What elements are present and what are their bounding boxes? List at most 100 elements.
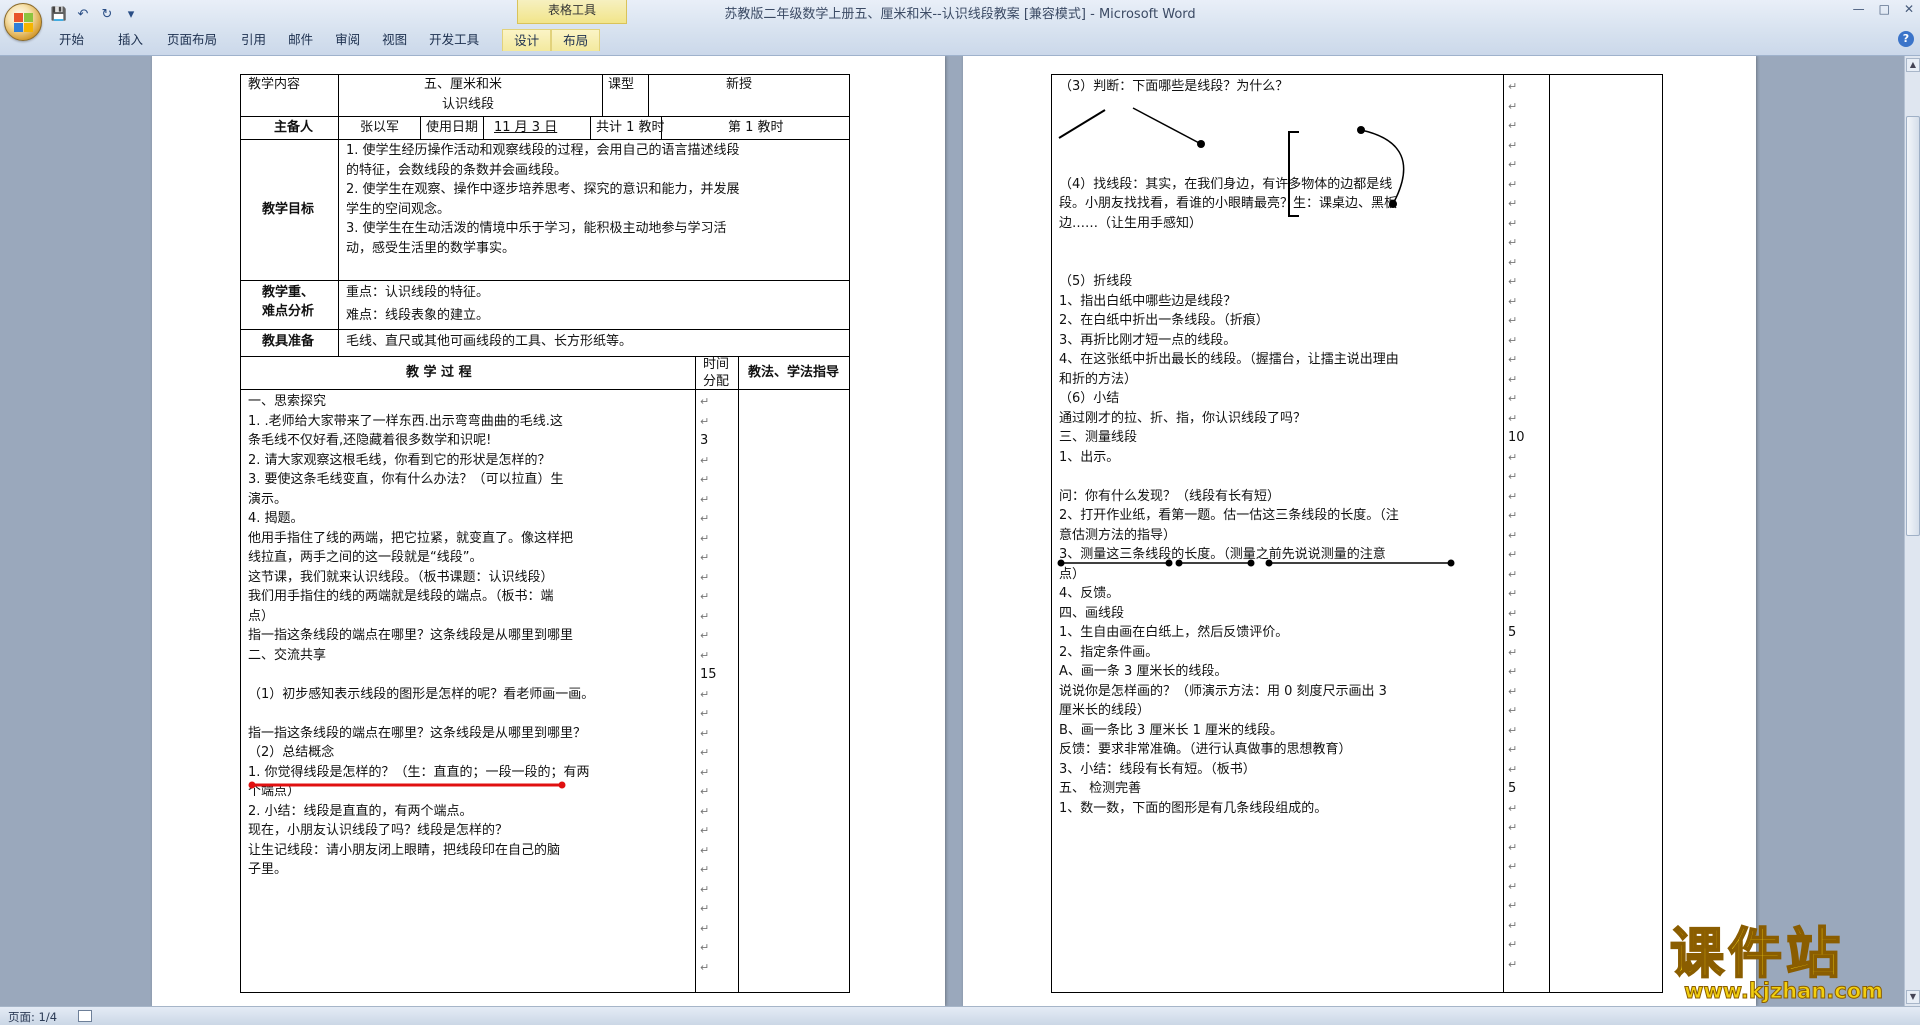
body-line: 1、指出白纸中哪些边是线段？ [1059, 293, 1237, 309]
body-line: A、画一条 3 厘米长的线段。 [1059, 664, 1228, 679]
paragraph-mark: ↵ [1508, 158, 1518, 171]
body-line: 4、在这张纸中折出最长的线段。（握擂台，让擂主说出理由 [1059, 352, 1399, 367]
goal-line: 学生的空间观念。 [346, 201, 451, 217]
body-line: 3. 要使这条毛线变直，你有什么办法？（可以拉直）生 [248, 472, 564, 487]
body-line: 4. 揭题。 [248, 511, 304, 526]
page-1[interactable]: 教学内容 五、厘米和米 认识线段 课型 新授 主备人 张以军 使用日期 11 月… [152, 56, 945, 1006]
time-mark: 5 [1508, 781, 1517, 796]
page-2[interactable]: （3）判断：下面哪些是线段？为什么？ （4）找线段：其实，在我们身边，有许多物体的… [963, 56, 1756, 1006]
body-line: 1. .老师给大家带来了一样东西.出示弯弯曲曲的毛线.这 [248, 413, 563, 429]
time-label-1: 时间 [703, 357, 730, 372]
scroll-up-button[interactable]: ▲ [1906, 58, 1920, 72]
paragraph-mark: ↵ [1508, 821, 1518, 834]
paragraph-mark: ↵ [1508, 704, 1518, 717]
paragraph-mark: ↵ [1508, 294, 1518, 308]
paragraph-mark: ↵ [700, 395, 710, 408]
body-line: 4、反馈。 [1059, 586, 1120, 601]
paragraph-mark: ↵ [1508, 255, 1518, 269]
paragraph-mark: ↵ [1508, 119, 1518, 132]
proofing-icon[interactable] [78, 1010, 92, 1022]
time-mark: 3 [700, 433, 709, 448]
body-line: 3、再折比刚才短一点的线段。 [1059, 332, 1237, 348]
paragraph-mark: ↵ [1508, 548, 1518, 561]
paragraph-mark: ↵ [1508, 470, 1518, 483]
goals-label: 教学目标 [262, 202, 315, 217]
paragraph-mark: ↵ [700, 648, 710, 662]
paragraph-mark: ↵ [700, 726, 710, 740]
paragraph-mark: ↵ [1508, 197, 1518, 210]
paragraph-mark: ↵ [700, 570, 710, 584]
content-label: 教学内容 [248, 77, 301, 92]
body-line: 这节课，我们就来认识线段。（板书课题：认识线段） [248, 569, 554, 585]
paragraph-mark: ↵ [700, 765, 710, 779]
tab-home[interactable]: 开始 [48, 29, 95, 51]
body-line: 他用手指住了线的两端，把它拉紧，就变直了。像这样把 [248, 530, 574, 546]
paragraph-mark: ↵ [1508, 801, 1518, 815]
window-controls: — □ ✕ [1853, 2, 1914, 16]
window-title: 苏教版二年级数学上册五、厘米和米--认识线段教案 [兼容模式] - Micros… [724, 7, 1196, 22]
keypoint-label-2: 难点分析 [262, 304, 315, 319]
method-label: 教法、学法指导 [748, 365, 840, 380]
body-line: 线拉直，两手之间的这一段就是“线段”。 [248, 550, 483, 565]
tab-page-layout[interactable]: 页面布局 [156, 29, 228, 51]
paragraph-mark: ↵ [1508, 216, 1518, 230]
close-button[interactable]: ✕ [1904, 2, 1914, 16]
tab-review[interactable]: 审阅 [324, 29, 371, 51]
minimize-button[interactable]: — [1853, 2, 1865, 16]
tab-references[interactable]: 引用 [230, 29, 277, 51]
lesson-unit: 五、厘米和米 [424, 77, 503, 92]
keypoint-label-1: 教学重、 [262, 285, 315, 300]
paragraph-mark: ↵ [700, 473, 710, 486]
body-line: 2、指定条件画。 [1059, 644, 1159, 660]
paragraph-mark: ↵ [1508, 918, 1518, 932]
lesson-type-label: 课型 [608, 77, 635, 92]
body-line: 通过刚才的拉、折、指，你认识线段了吗？ [1059, 410, 1307, 426]
lesson-title: 认识线段 [442, 97, 495, 112]
scroll-thumb[interactable] [1906, 116, 1920, 536]
time-mark: 10 [1508, 430, 1525, 445]
tab-insert[interactable]: 插入 [107, 29, 154, 51]
paragraph-mark: ↵ [700, 551, 710, 564]
page-indicator[interactable]: 页面: 1/4 [8, 1009, 57, 1025]
body-line: 让生记线段：请小朋友闭上眼睛，把线段印在自己的脑 [248, 842, 561, 858]
paragraph-mark: ↵ [1508, 314, 1518, 327]
paragraph-mark: ↵ [700, 492, 710, 506]
body-line: 2、打开作业纸，看第一题。估一估这三条线段的长度。（注 [1059, 508, 1399, 523]
prep-name: 张以军 [360, 120, 400, 135]
vertical-scrollbar[interactable]: ▲ ▼ [1904, 56, 1920, 1006]
paragraph-mark: ↵ [700, 512, 710, 525]
body-line: 演示。 [248, 491, 288, 507]
paragraph-mark: ↵ [1508, 372, 1518, 386]
paragraph-mark: ↵ [1508, 177, 1518, 191]
body-line: （6）小结 [1059, 391, 1120, 406]
goal-line: 2. 使学生在观察、操作中逐步培养思考、探究的意识和能力，并发展 [346, 182, 740, 197]
body-line: 问：你有什么发现？（线段有长有短） [1059, 488, 1281, 504]
body-line: 反馈：要求非常准确。（进行认真做事的思想教育） [1059, 742, 1352, 757]
body-line: 意估测方法的指导） [1059, 527, 1177, 543]
paragraph-mark: ↵ [1508, 938, 1518, 951]
maximize-button[interactable]: □ [1879, 2, 1890, 16]
scroll-down-button[interactable]: ▼ [1906, 990, 1920, 1004]
help-icon[interactable]: ? [1898, 31, 1914, 47]
body-line: 1、出示。 [1059, 449, 1120, 465]
paragraph-mark: ↵ [1508, 723, 1518, 737]
tools-label: 教具准备 [262, 334, 315, 349]
body-line: 和折的方法） [1059, 371, 1138, 387]
paragraph-mark: ↵ [700, 902, 710, 915]
process-label: 教 学 过 程 [406, 365, 472, 380]
body-line: 1、生自由画在白纸上，然后反馈评价。 [1059, 625, 1289, 640]
tools-value: 毛线、直尺或其他可画线段的工具、长方形纸等。 [346, 334, 633, 349]
tab-mailings[interactable]: 邮件 [277, 29, 324, 51]
tab-developer[interactable]: 开发工具 [418, 29, 490, 51]
paragraph-mark: ↵ [700, 687, 710, 701]
paragraph-mark: ↵ [1508, 333, 1518, 347]
paragraph-mark: ↵ [1508, 489, 1518, 503]
body-line: 三、测量线段 [1059, 430, 1138, 445]
tab-design[interactable]: 设计 [502, 29, 552, 51]
tab-view[interactable]: 视图 [371, 29, 418, 51]
tab-layout[interactable]: 布局 [551, 29, 601, 51]
paragraph-mark: ↵ [700, 824, 710, 837]
lesson-type-value: 新授 [726, 77, 753, 92]
paragraph-mark: ↵ [700, 609, 710, 623]
ribbon-tabs: 开始 插入 页面布局 引用 邮件 审阅 视图 开发工具 设计 布局 [48, 26, 601, 54]
